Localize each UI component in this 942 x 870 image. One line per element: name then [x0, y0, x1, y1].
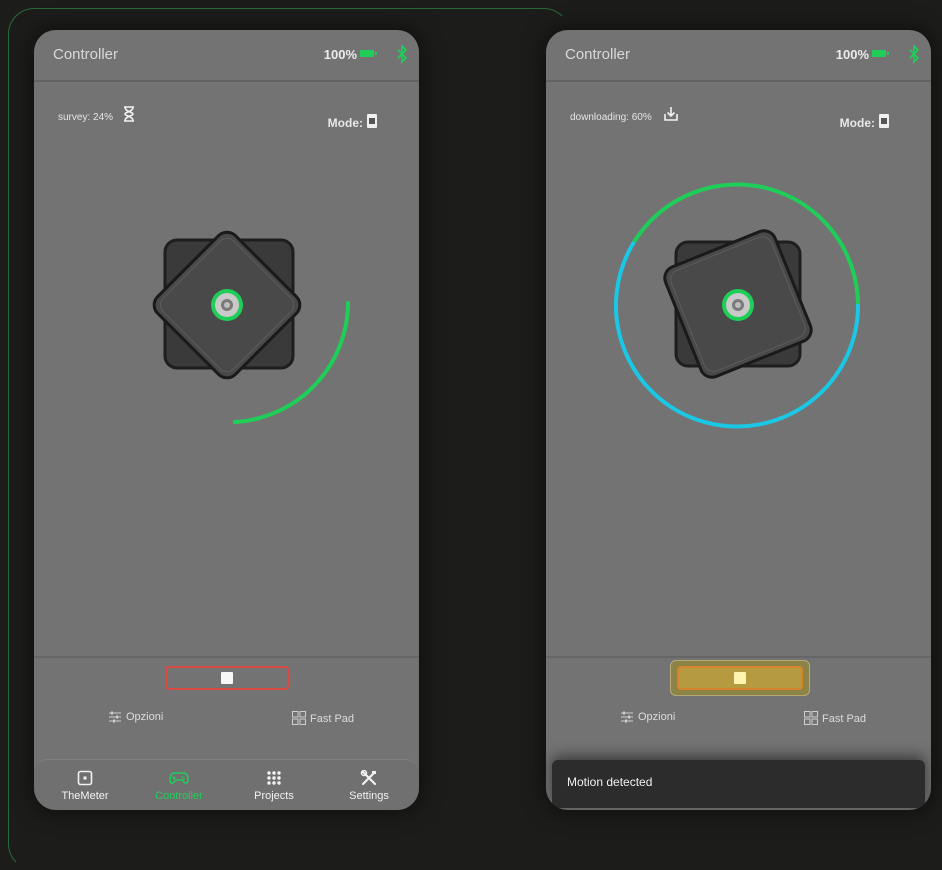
stop-button[interactable]: [670, 660, 810, 696]
device-visualization: [152, 230, 350, 424]
fastpad-button[interactable]: Fast Pad: [804, 711, 866, 725]
device-center-indicator: [722, 289, 754, 321]
nav-item-settings[interactable]: Settings: [324, 770, 414, 802]
app-bar: Controller 100%: [546, 30, 931, 82]
phone-screen-downloading: Controller 100% downloading: 60% Mode: O…: [546, 30, 931, 810]
nav-label-projects: Projects: [254, 790, 294, 802]
nav-label-controller: Controller: [155, 790, 203, 802]
bottom-navigation: TheMeter Controller Projects Settings: [34, 759, 419, 810]
stop-button-inner: [677, 666, 803, 690]
meter-icon: [77, 770, 93, 786]
tools-icon: [360, 770, 377, 786]
options-button[interactable]: Opzioni: [108, 711, 163, 723]
app-title: Controller: [565, 46, 631, 63]
fastpad-grid-icon: [804, 711, 818, 725]
download-status: downloading: 60%: [570, 112, 652, 123]
app-bar: Controller 100%: [34, 30, 419, 82]
mode-device-icon[interactable]: [878, 113, 890, 129]
stop-icon: [734, 672, 746, 684]
device-center-indicator: [211, 289, 243, 321]
sliders-icon: [621, 711, 633, 723]
survey-status: survey: 24%: [58, 112, 114, 123]
nav-label-settings: Settings: [349, 790, 389, 802]
nav-label-themeter: TheMeter: [61, 790, 109, 802]
fastpad-grid-icon: [292, 711, 306, 725]
fastpad-label: Fast Pad: [822, 713, 867, 725]
battery-icon: [872, 50, 889, 57]
gamepad-icon: [169, 772, 189, 784]
nav-item-projects[interactable]: Projects: [229, 770, 319, 802]
nav-item-controller[interactable]: Controller: [134, 770, 224, 802]
sliders-icon: [109, 711, 121, 723]
phone-screen-controller: Controller 100% survey: 24% Mode: Opzion…: [34, 30, 419, 810]
mode-label: Mode:: [839, 116, 875, 130]
app-title: Controller: [53, 46, 119, 63]
grid-dots-icon: [267, 771, 281, 785]
download-icon: [664, 107, 678, 121]
bluetooth-icon: [397, 44, 408, 64]
fastpad-button[interactable]: Fast Pad: [292, 711, 354, 725]
device-visualization: [614, 182, 861, 429]
snackbar-message: Motion detected: [567, 775, 653, 789]
mode-device-icon[interactable]: [366, 113, 378, 129]
options-label: Opzioni: [638, 711, 676, 723]
stop-button[interactable]: [165, 666, 289, 690]
fastpad-label: Fast Pad: [310, 713, 355, 725]
battery-icon: [360, 50, 377, 57]
hourglass-icon: [124, 106, 134, 122]
options-button[interactable]: Opzioni: [620, 711, 675, 723]
bluetooth-icon: [909, 44, 920, 64]
battery-level: 100%: [323, 47, 357, 62]
mode-label: Mode:: [327, 116, 363, 130]
battery-level: 100%: [835, 47, 869, 62]
stop-icon: [221, 672, 233, 684]
options-label: Opzioni: [126, 711, 164, 723]
snackbar: Motion detected: [552, 760, 925, 808]
nav-item-themeter[interactable]: TheMeter: [40, 770, 130, 802]
